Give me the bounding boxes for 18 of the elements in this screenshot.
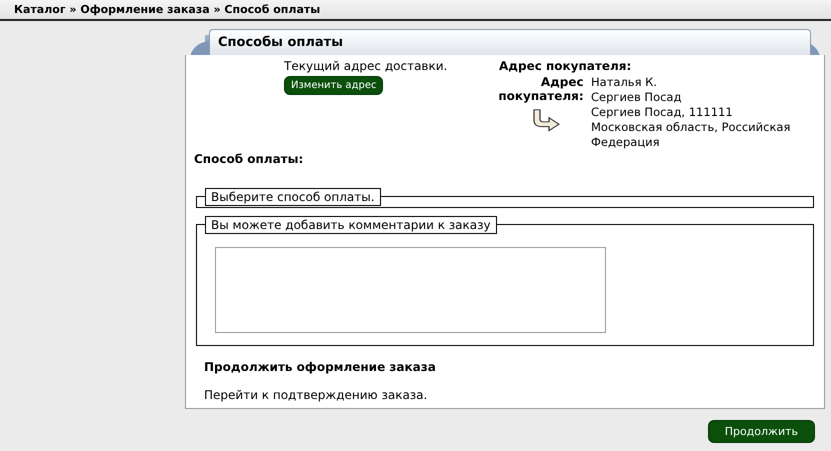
breadcrumb: Каталог » Оформление заказа » Способ оплаты — [14, 3, 320, 16]
continue-text: Перейти к подтверждению заказа. — [204, 388, 428, 402]
fieldset-legend: Вы можете добавить комментарии к заказу — [205, 216, 497, 234]
address-heading: Адрес покупателя: — [499, 59, 632, 73]
address-line: Московская область, Российская Федерация — [591, 120, 792, 150]
address-line: Сергиев Посад — [591, 90, 682, 105]
address-line: Наталья К. — [591, 75, 658, 90]
continue-heading: Продолжить оформление заказа — [204, 360, 437, 374]
arrow-icon — [531, 109, 561, 133]
comment-field[interactable] — [215, 247, 606, 333]
delivery-address-text: Текущий адрес доставки. — [284, 59, 448, 73]
address-label: Адрес покупателя: — [498, 75, 584, 103]
address-line: Сергиев Посад, 111111 — [591, 105, 734, 120]
change-address-button[interactable]: Изменить адрес — [284, 76, 384, 95]
fieldset-legend: Выберите способ оплаты. — [205, 188, 381, 206]
continue-button[interactable]: Продолжить — [708, 420, 815, 443]
payment-heading: Способ оплаты: — [194, 152, 304, 166]
panel-title: Способы оплаты — [218, 35, 343, 50]
